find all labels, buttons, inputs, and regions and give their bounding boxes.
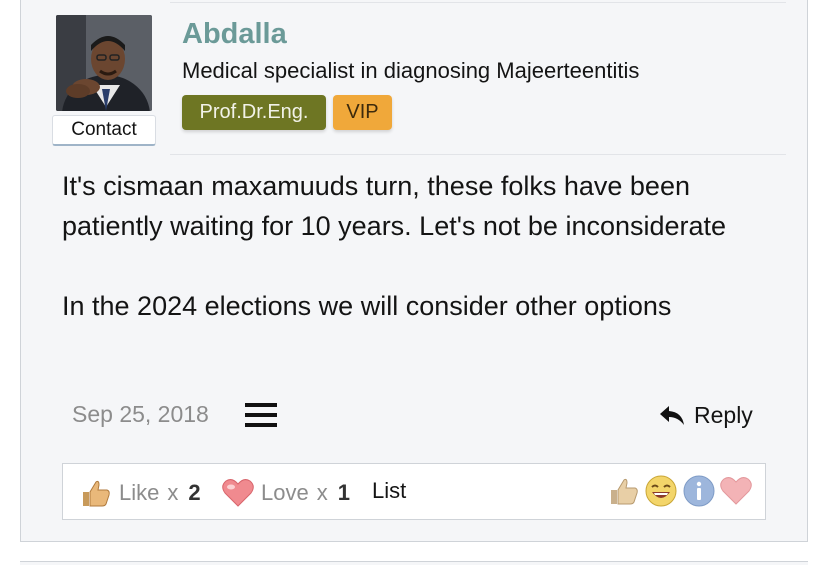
reply-label: Reply	[694, 401, 753, 428]
avatar[interactable]	[56, 15, 152, 111]
menu-icon[interactable]	[245, 403, 277, 427]
contact-label: Contact	[71, 119, 137, 140]
heart-icon	[222, 479, 254, 507]
like-multiplier: x	[167, 480, 179, 505]
reaction-love[interactable]: Love x 1	[221, 478, 350, 508]
info-icon[interactable]	[682, 474, 716, 508]
love-label: Love	[261, 480, 309, 505]
reaction-bar: Like x 2 Love x 1 List	[62, 463, 766, 520]
reaction-like[interactable]: Like x 2	[79, 478, 201, 508]
divider	[170, 2, 786, 3]
heart-icon[interactable]	[719, 474, 753, 508]
badge-vip: VIP	[333, 95, 392, 130]
post-paragraph: It's cismaan maxamuuds turn, these folks…	[62, 171, 727, 241]
contact-button[interactable]: Contact	[52, 115, 156, 146]
post-paragraph: In the 2024 elections we will consider o…	[62, 291, 672, 321]
badge-label: Prof.Dr.Eng.	[199, 101, 309, 123]
post-body: It's cismaan maxamuuds turn, these folks…	[62, 166, 792, 326]
badge-label: VIP	[346, 101, 379, 123]
reply-button[interactable]: Reply	[658, 399, 753, 431]
thumbs-up-icon[interactable]	[606, 474, 640, 508]
next-post-container	[20, 561, 808, 565]
love-multiplier: x	[316, 480, 328, 505]
divider	[170, 154, 786, 155]
like-label: Like	[119, 480, 160, 505]
laugh-icon[interactable]	[644, 474, 678, 508]
reply-icon	[660, 406, 684, 425]
like-count: 2	[188, 480, 201, 505]
badge-prof: Prof.Dr.Eng.	[182, 95, 326, 130]
username[interactable]: Abdalla	[182, 18, 287, 51]
love-count: 1	[337, 480, 350, 505]
reaction-list-link[interactable]: List	[372, 478, 406, 504]
user-title: Medical specialist in diagnosing Majeert…	[182, 58, 640, 83]
post-date[interactable]: Sep 25, 2018	[72, 401, 209, 428]
thumbs-up-icon	[83, 480, 110, 507]
